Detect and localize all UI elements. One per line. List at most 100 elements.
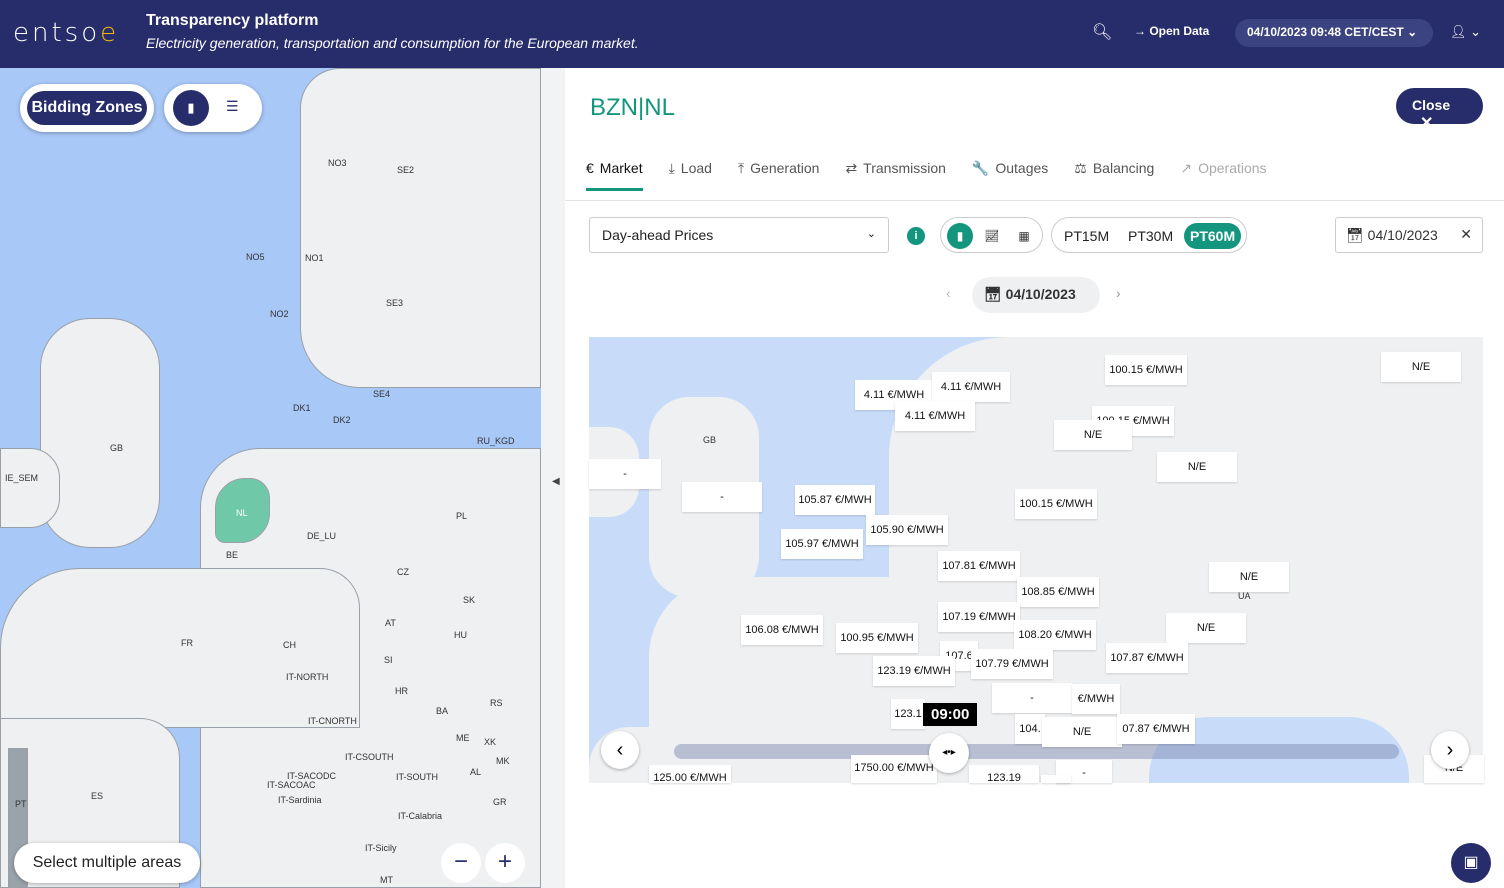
- dataset-select[interactable]: Day-ahead Prices ⌄: [589, 217, 889, 253]
- map-zone-label: SE3: [386, 298, 404, 308]
- price-label[interactable]: 105.87 €/MWH: [795, 485, 875, 515]
- resolution-pt60m[interactable]: PT60M: [1184, 223, 1242, 249]
- price-label[interactable]: 107.87 €/MWH: [1106, 643, 1188, 673]
- chart-mode-icon[interactable]: 📈︎: [979, 223, 1005, 249]
- price-label[interactable]: 123.19 €/MWH: [873, 656, 955, 686]
- map-zone-label: IT-Sicily: [365, 843, 397, 853]
- price-label[interactable]: 07.87 €/MWH: [1117, 714, 1195, 744]
- price-label[interactable]: 108.85 €/MWH: [1017, 577, 1099, 607]
- datetime-selector[interactable]: 04/10/2023 09:48 CET/CEST ⌄: [1235, 19, 1433, 47]
- price-label[interactable]: 106.08 €/MWH: [741, 615, 823, 645]
- timeline-next-button[interactable]: ›: [1431, 731, 1469, 769]
- map-country-label: UA: [1238, 591, 1251, 601]
- price-label[interactable]: 108.20 €/MWH: [1014, 620, 1096, 650]
- close-button[interactable]: Close ✕: [1396, 88, 1483, 132]
- prev-day-icon[interactable]: ‹: [946, 277, 951, 313]
- price-label[interactable]: €/MWH: [1072, 684, 1120, 714]
- map-zone-label: MK: [496, 756, 510, 766]
- price-label[interactable]: 123.19 €/MWH: [969, 765, 1039, 783]
- collapse-arrow-icon[interactable]: ◀: [552, 476, 560, 487]
- price-label[interactable]: N/E: [1157, 452, 1237, 482]
- date-navigator[interactable]: 📅︎ 04/10/2023: [972, 277, 1100, 313]
- bidding-zone-map[interactable]: [0, 68, 541, 888]
- open-data-link[interactable]: → Open Data: [1134, 24, 1209, 38]
- price-label[interactable]: 107.81 €/MWH: [938, 551, 1020, 581]
- next-day-icon[interactable]: ›: [1116, 277, 1121, 313]
- tab-outages[interactable]: 🔧 Outages: [972, 160, 1048, 191]
- tab-balancing[interactable]: ⚖ Balancing: [1074, 160, 1154, 191]
- map-view-icon[interactable]: ▮: [173, 90, 209, 126]
- logo-e: e: [100, 18, 120, 48]
- timeline-track[interactable]: [674, 744, 1399, 759]
- price-label[interactable]: N/E: [1209, 562, 1289, 592]
- tab-bar: € Market ⤓ Load ⤒ Generation ⇄ Transmission …: [586, 160, 1267, 191]
- price-label[interactable]: 105.97 €/MWH: [781, 529, 863, 559]
- map-zone-label: IT-CSOUTH: [345, 752, 394, 762]
- chat-button[interactable]: ▣: [1451, 843, 1491, 883]
- tab-label: Outages: [995, 160, 1049, 176]
- download-icon: ⤓: [668, 160, 675, 176]
- upload-icon: ⤒: [737, 160, 745, 176]
- app-subtitle: Electricity generation, transportation a…: [146, 35, 639, 51]
- price-label[interactable]: 4.11 €/MWH: [895, 401, 975, 431]
- price-label[interactable]: N/E: [1054, 420, 1132, 450]
- resolution-pt15m[interactable]: PT15M: [1058, 223, 1115, 249]
- panel-splitter[interactable]: ◀: [541, 68, 565, 888]
- map-zone-label: GB: [110, 443, 124, 453]
- price-label[interactable]: 107.19 €/MWH: [938, 602, 1020, 632]
- price-label[interactable]: -: [992, 683, 1072, 713]
- price-label[interactable]: 125.00 €/MWH: [649, 765, 731, 783]
- price-label[interactable]: N/E: [1166, 613, 1246, 643]
- resolution-pt30m[interactable]: PT30M: [1122, 223, 1179, 249]
- table-mode-icon[interactable]: ▦: [1011, 223, 1037, 249]
- price-label[interactable]: 100.15 €/MWH: [1015, 489, 1097, 519]
- search-icon[interactable]: 🔍︎: [1092, 22, 1112, 42]
- zoom-in-button[interactable]: +: [485, 843, 525, 883]
- map-zone-label: SK: [463, 595, 476, 605]
- map-zone-label: DE_LU: [307, 531, 337, 541]
- map-zone-label: IE_SEM: [5, 473, 39, 483]
- price-label[interactable]: 4.11 €/MWH: [932, 372, 1010, 402]
- price-label[interactable]: 100.95 €/MWH: [836, 623, 918, 653]
- map-zone-label: RS: [490, 698, 503, 708]
- info-icon[interactable]: i: [907, 227, 925, 245]
- price-label[interactable]: 105.90 €/MWH: [866, 515, 948, 545]
- user-menu-icon[interactable]: 👤︎ ⌄: [1450, 24, 1481, 40]
- clear-date-icon[interactable]: ✕: [1460, 226, 1472, 243]
- tab-operations[interactable]: ↗ Operations: [1180, 160, 1266, 191]
- date-nav-value: 04/10/2023: [1005, 286, 1076, 302]
- map-mode-icon[interactable]: ▮: [947, 223, 973, 249]
- date-filter[interactable]: 📅︎ 04/10/2023 ✕: [1335, 217, 1483, 253]
- close-icon: ✕: [1420, 115, 1434, 132]
- tab-generation[interactable]: ⤒ Generation: [738, 160, 819, 191]
- price-label[interactable]: -: [589, 459, 661, 489]
- map-zone-label: BA: [436, 706, 449, 716]
- price-label[interactable]: -: [1041, 775, 1071, 783]
- price-label[interactable]: 104.: [1015, 714, 1045, 744]
- timeline-time-tooltip: 09:00: [923, 703, 978, 726]
- select-multiple-areas-button[interactable]: Select multiple areas: [14, 843, 200, 883]
- tab-load[interactable]: ⤓ Load: [669, 160, 712, 191]
- price-label[interactable]: 107.79 €/MWH: [971, 649, 1053, 679]
- list-view-icon[interactable]: ☰: [226, 98, 239, 115]
- price-label[interactable]: 100.15 €/MWH: [1105, 355, 1187, 385]
- zoom-out-button[interactable]: −: [441, 843, 481, 883]
- view-toggle: ▮ ☰: [164, 84, 262, 132]
- chevron-down-icon: ⌄: [866, 228, 876, 240]
- timeline-slider-handle[interactable]: ◂•▸: [929, 733, 969, 773]
- map-zone-label: IT-SOUTH: [396, 772, 438, 782]
- map-zone-label: ME: [456, 733, 470, 743]
- price-label[interactable]: -: [682, 482, 762, 512]
- bidding-zones-button[interactable]: Bidding Zones: [27, 91, 147, 125]
- entsoe-logo[interactable]: entsoe: [13, 18, 119, 48]
- swap-icon: ⇄: [845, 160, 858, 176]
- price-label[interactable]: N/E: [1381, 352, 1461, 382]
- tab-market[interactable]: € Market: [586, 160, 643, 191]
- tab-transmission[interactable]: ⇄ Transmission: [845, 160, 945, 191]
- price-label[interactable]: 123.1: [891, 699, 925, 729]
- tab-label: Transmission: [863, 160, 946, 176]
- tab-label: Load: [680, 160, 712, 176]
- price-label[interactable]: N/E: [1042, 717, 1122, 747]
- price-label[interactable]: 1750.00 €/MWH: [851, 755, 937, 783]
- timeline-prev-button[interactable]: ‹: [601, 731, 639, 769]
